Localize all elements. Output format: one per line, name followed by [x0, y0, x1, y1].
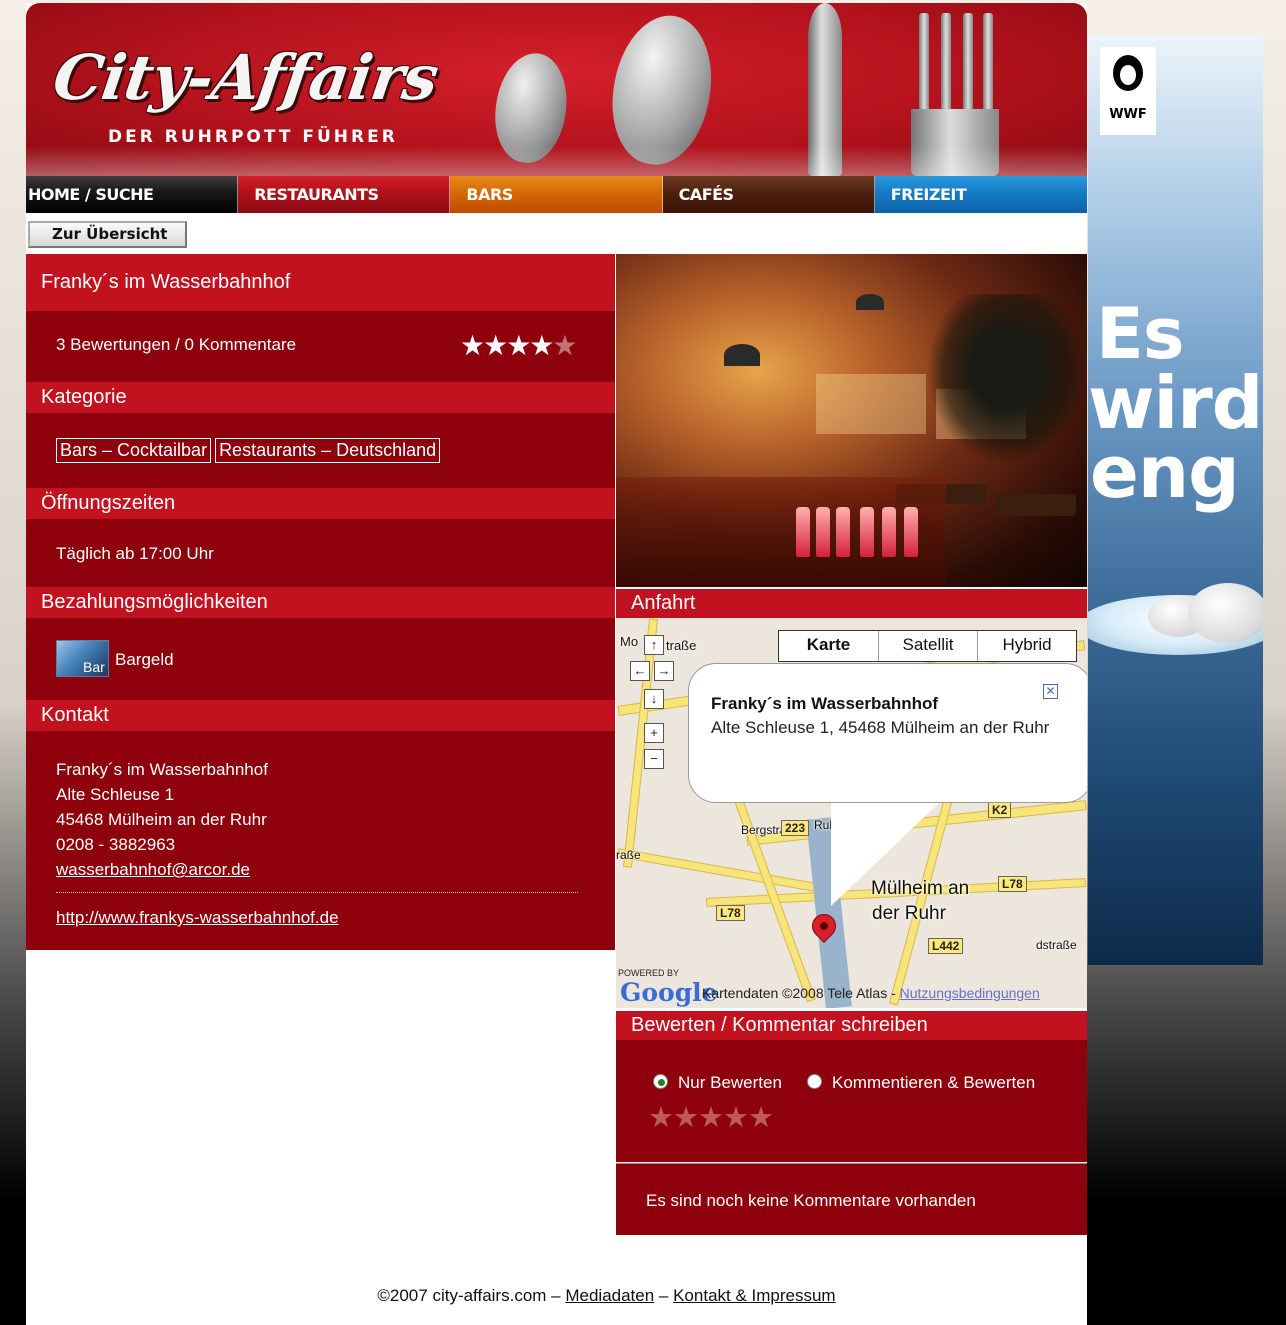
road-shield: L78 [998, 876, 1027, 892]
pan-left-icon[interactable]: ← [630, 661, 650, 681]
nav-cafes[interactable]: CAFÉS [662, 176, 875, 213]
radio-label-nur-bewerten: Nur Bewerten [678, 1073, 782, 1092]
comments-empty-notice: Es sind noch keine Kommentare vorhanden [616, 1163, 1087, 1235]
contact-name: Franky´s im Wasserbahnhof [56, 760, 268, 779]
website-link[interactable]: http://www.frankys-wasserbahnhof.de [56, 908, 339, 927]
footer: ©2007 city-affairs.com – Mediadaten – Ko… [26, 1286, 1087, 1306]
map-type-satellit[interactable]: Satellit [878, 631, 977, 661]
section-kategorie: Kategorie [26, 382, 615, 413]
road-shield: K2 [988, 802, 1012, 818]
category-tag[interactable]: Restaurants – Deutschland [215, 438, 441, 463]
radio-label-kommentieren-bewerten: Kommentieren & Bewerten [832, 1073, 1036, 1092]
footer-copyright: ©2007 city-affairs.com – [377, 1286, 566, 1305]
section-kontakt: Kontakt [26, 700, 615, 731]
back-to-overview-button[interactable]: Zur Übersicht [28, 221, 187, 248]
map-type-hybrid[interactable]: Hybrid [977, 631, 1076, 661]
zoom-in-icon[interactable]: + [644, 723, 664, 743]
main-nav: HOME / SUCHE RESTAURANTS BARS CAFÉS FREI… [26, 176, 1087, 213]
nav-restaurants[interactable]: RESTAURANTS [238, 176, 451, 213]
footer-kontakt-link[interactable]: Kontakt & Impressum [673, 1286, 836, 1305]
contact-info: Franky´s im Wasserbahnhof Alte Schleuse … [26, 731, 615, 930]
rating-star-half: ★ [552, 330, 577, 361]
venue-details: Franky´s im Wasserbahnhof 3 Bewertungen … [26, 254, 615, 950]
map-type-karte[interactable]: Karte [779, 631, 878, 661]
radio-nur-bewerten[interactable] [653, 1074, 668, 1089]
divider [56, 892, 578, 893]
city-label: der Ruhr [872, 903, 946, 924]
polar-bear-image [1188, 583, 1263, 643]
rating-stars-full: ★★★★ [460, 330, 554, 361]
wwf-logo: WWF [1100, 47, 1156, 135]
section-oeffnungszeiten: Öffnungszeiten [26, 488, 615, 519]
ad-headline: eng [1090, 430, 1240, 514]
powered-by-text: POWERED BY [618, 968, 680, 978]
cash-icon: Bar [56, 640, 109, 677]
radio-kommentieren-bewerten[interactable] [807, 1074, 822, 1089]
rating-input-stars[interactable]: ★★★★★ [648, 1100, 774, 1135]
contact-city: 45468 Mülheim an der Ruhr [56, 810, 267, 829]
pan-down-icon[interactable]: ↓ [644, 689, 664, 709]
zoom-out-icon[interactable]: − [644, 749, 664, 769]
footer-separator: – [654, 1286, 674, 1305]
map-terms-link[interactable]: Nutzungsbedingungen [900, 985, 1040, 1001]
section-anfahrt: Anfahrt [616, 589, 1087, 618]
bubble-address: Alte Schleuse 1, 45468 Mülheim an der Ru… [711, 718, 1050, 737]
footer-mediadaten-link[interactable]: Mediadaten [565, 1286, 654, 1305]
page: City-Affairs DER RUHRPOTT FÜHRER HOME / … [26, 3, 1087, 1325]
rating-form: Nur Bewerten Kommentieren & Bewerten ★★★… [616, 1040, 1087, 1162]
section-bezahlung: Bezahlungsmöglichkeiten [26, 587, 615, 618]
payment-label: Bargeld [115, 650, 174, 669]
map-info-bubble: Franky´s im Wasserbahnhof Alte Schleuse … [688, 663, 1087, 803]
map[interactable]: Mo traße Bergstraße Ruhrstr. Toura raße … [616, 618, 1087, 1008]
contact-phone: 0208 - 3882963 [56, 835, 176, 854]
bubble-title: Franky´s im Wasserbahnhof [711, 694, 939, 713]
site-logo[interactable]: City-Affairs [49, 41, 442, 114]
street-label: raße [616, 848, 641, 862]
street-label: traße [666, 638, 697, 653]
pan-up-icon[interactable]: ↑ [644, 635, 664, 655]
category-list: Bars – Cocktailbar Restaurants – Deutschl… [26, 413, 615, 488]
map-copyright: Kartendaten ©2008 Tele Atlas - Nutzungsb… [702, 985, 1040, 1001]
nav-home-search[interactable]: HOME / SUCHE [26, 176, 239, 213]
pan-right-icon[interactable]: → [654, 661, 674, 681]
venue-title: Franky´s im Wasserbahnhof [26, 254, 615, 311]
close-icon[interactable]: ✕ [1043, 684, 1058, 699]
nav-bars[interactable]: BARS [450, 176, 663, 213]
payment-methods: Bar Bargeld [26, 618, 615, 700]
rating-stars: ★★★★★ [460, 329, 578, 362]
street-label: Mo [620, 634, 639, 649]
cash-icon-text: Bar [83, 659, 105, 675]
ratings-count-text: 3 Bewertungen / 0 Kommentare [56, 335, 297, 354]
opening-hours: Täglich ab 17:00 Uhr [56, 544, 214, 563]
panda-icon [1113, 55, 1143, 91]
wwf-ad-banner[interactable]: WWF Es wird eng [1088, 35, 1263, 965]
road-shield: 223 [781, 820, 810, 836]
map-type-switcher: Karte Satellit Hybrid [778, 630, 1077, 662]
contact-email-link[interactable]: wasserbahnhof@arcor.de [56, 860, 250, 879]
category-tag[interactable]: Bars – Cocktailbar [56, 438, 212, 463]
section-bewerten: Bewerten / Kommentar schreiben [616, 1011, 1087, 1040]
street-label: dstraße [1036, 938, 1077, 952]
info-bubble-tail [831, 801, 941, 906]
ratings-summary: 3 Bewertungen / 0 Kommentare ★★★★★ [26, 311, 615, 382]
site-tagline: DER RUHRPOTT FÜHRER [108, 127, 398, 147]
road-shield: L78 [716, 905, 745, 921]
header-banner: City-Affairs DER RUHRPOTT FÜHRER [26, 3, 1087, 176]
venue-photo [616, 254, 1087, 587]
contact-street: Alte Schleuse 1 [56, 785, 175, 804]
nav-freizeit[interactable]: FREIZEIT [874, 176, 1087, 213]
map-attribution: POWERED BY Google Kartendaten ©2008 Tele… [616, 968, 1087, 1007]
road-shield: L442 [928, 938, 964, 954]
